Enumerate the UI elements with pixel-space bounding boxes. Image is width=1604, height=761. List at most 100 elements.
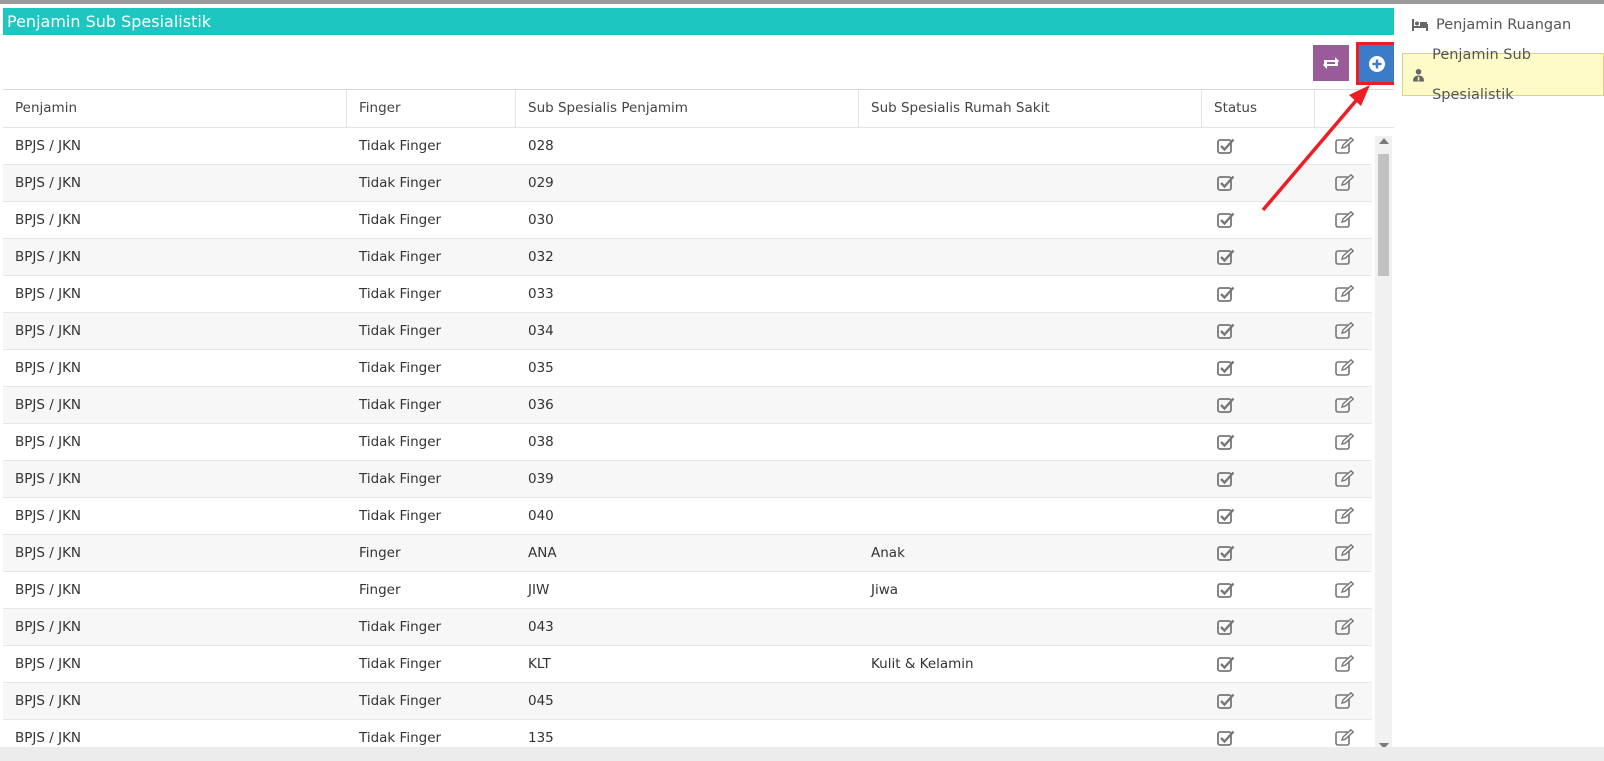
- edit-icon[interactable]: [1335, 691, 1355, 713]
- edit-icon[interactable]: [1335, 469, 1355, 491]
- cell-penjamin: BPJS / JKN: [15, 656, 82, 672]
- cell-sub-spesialis-penjamin: 039: [528, 471, 554, 487]
- table-row[interactable]: BPJS / JKN Tidak Finger 034: [3, 313, 1372, 350]
- column-header-status[interactable]: Status: [1202, 90, 1315, 127]
- table-row[interactable]: BPJS / JKN Tidak Finger 035: [3, 350, 1372, 387]
- cell-sub-spesialis-rumah-sakit: [859, 128, 1202, 164]
- cell-sub-spesialis-rumah-sakit: [859, 498, 1202, 534]
- panel-title: Penjamin Sub Spesialistik: [3, 8, 1394, 35]
- refresh-icon: [1323, 57, 1339, 69]
- table-row[interactable]: BPJS / JKN Tidak Finger 043: [3, 609, 1372, 646]
- table-row[interactable]: BPJS / JKN Tidak Finger 040: [3, 498, 1372, 535]
- table-row[interactable]: BPJS / JKN Tidak Finger 045: [3, 683, 1372, 720]
- add-button[interactable]: [1356, 42, 1394, 85]
- cell-sub-spesialis-penjamin: 030: [528, 212, 554, 228]
- cell-penjamin: BPJS / JKN: [15, 582, 82, 598]
- cell-finger: Tidak Finger: [359, 619, 442, 635]
- edit-icon[interactable]: [1335, 247, 1355, 269]
- cell-sub-spesialis-rumah-sakit: [859, 720, 1202, 747]
- cell-finger: Tidak Finger: [359, 397, 442, 413]
- table-row[interactable]: BPJS / JKN Tidak Finger KLT Kulit & Kelamin: [3, 646, 1372, 683]
- edit-icon[interactable]: [1335, 358, 1355, 380]
- cell-sub-spesialis-penjamin: 040: [528, 508, 554, 524]
- cell-penjamin: BPJS / JKN: [15, 693, 82, 709]
- edit-icon[interactable]: [1335, 284, 1355, 306]
- cell-penjamin: BPJS / JKN: [15, 730, 82, 746]
- table-row[interactable]: BPJS / JKN Tidak Finger 032: [3, 239, 1372, 276]
- status-check-icon: [1217, 507, 1235, 528]
- cell-sub-spesialis-penjamin: KLT: [528, 656, 551, 672]
- table-row[interactable]: BPJS / JKN Finger ANA Anak: [3, 535, 1372, 572]
- penjamin-sub-spesialistik-panel: Penjamin Sub Spesialistik Penjamin Finge…: [3, 8, 1394, 747]
- table-scrollbar[interactable]: [1375, 136, 1392, 747]
- status-check-icon: [1217, 692, 1235, 713]
- status-check-icon: [1217, 248, 1235, 269]
- scroll-thumb[interactable]: [1378, 154, 1389, 276]
- status-check-icon: [1217, 137, 1235, 158]
- edit-icon[interactable]: [1335, 210, 1355, 232]
- status-check-icon: [1217, 433, 1235, 454]
- cell-finger: Tidak Finger: [359, 249, 442, 265]
- scroll-up-arrow-icon[interactable]: [1379, 138, 1389, 144]
- cell-sub-spesialis-rumah-sakit: Kulit & Kelamin: [871, 656, 974, 672]
- refresh-button[interactable]: [1313, 45, 1349, 81]
- cell-sub-spesialis-penjamin: 029: [528, 175, 554, 191]
- sidebar-item-label: Penjamin Sub Spesialistik: [1432, 46, 1531, 103]
- cell-sub-spesialis-penjamin: 043: [528, 619, 554, 635]
- cell-penjamin: BPJS / JKN: [15, 175, 82, 191]
- cell-sub-spesialis-rumah-sakit: [859, 165, 1202, 201]
- edit-icon[interactable]: [1335, 654, 1355, 676]
- table-row[interactable]: BPJS / JKN Tidak Finger 038: [3, 424, 1372, 461]
- edit-icon[interactable]: [1335, 136, 1355, 158]
- status-check-icon: [1217, 174, 1235, 195]
- column-header-actions: [1315, 90, 1394, 127]
- edit-icon[interactable]: [1335, 173, 1355, 195]
- status-check-icon: [1217, 396, 1235, 417]
- table-row[interactable]: BPJS / JKN Tidak Finger 030: [3, 202, 1372, 239]
- cell-finger: Tidak Finger: [359, 693, 442, 709]
- edit-icon[interactable]: [1335, 395, 1355, 417]
- cell-sub-spesialis-penjamin: ANA: [528, 545, 557, 561]
- edit-icon[interactable]: [1335, 617, 1355, 639]
- column-header-finger[interactable]: Finger: [347, 90, 516, 127]
- cell-sub-spesialis-rumah-sakit: Anak: [871, 545, 905, 561]
- cell-sub-spesialis-penjamin: JIW: [528, 582, 550, 598]
- sidebar-item-penjamin-sub-spesialistik[interactable]: Penjamin Sub Spesialistik: [1402, 47, 1604, 103]
- cell-sub-spesialis-penjamin: 028: [528, 138, 554, 154]
- column-header-sub-spesialis-rumah-sakit[interactable]: Sub Spesialis Rumah Sakit: [859, 90, 1202, 127]
- status-check-icon: [1217, 359, 1235, 380]
- bottom-strip: [0, 747, 1604, 761]
- edit-icon[interactable]: [1335, 432, 1355, 454]
- cell-sub-spesialis-rumah-sakit: [859, 202, 1202, 238]
- table-row[interactable]: BPJS / JKN Tidak Finger 028: [3, 128, 1372, 165]
- cell-penjamin: BPJS / JKN: [15, 619, 82, 635]
- table-row[interactable]: BPJS / JKN Tidak Finger 135: [3, 720, 1372, 747]
- cell-sub-spesialis-rumah-sakit: [859, 313, 1202, 349]
- cell-finger: Tidak Finger: [359, 175, 442, 191]
- edit-icon[interactable]: [1335, 580, 1355, 602]
- cell-finger: Tidak Finger: [359, 286, 442, 302]
- edit-icon[interactable]: [1335, 321, 1355, 343]
- table-row[interactable]: BPJS / JKN Tidak Finger 036: [3, 387, 1372, 424]
- cell-finger: Finger: [359, 545, 401, 561]
- cell-sub-spesialis-penjamin: 033: [528, 286, 554, 302]
- status-check-icon: [1217, 211, 1235, 232]
- table-row[interactable]: BPJS / JKN Finger JIW Jiwa: [3, 572, 1372, 609]
- table-row[interactable]: BPJS / JKN Tidak Finger 029: [3, 165, 1372, 202]
- status-check-icon: [1217, 581, 1235, 602]
- table-row[interactable]: BPJS / JKN Tidak Finger 039: [3, 461, 1372, 498]
- cell-penjamin: BPJS / JKN: [15, 397, 82, 413]
- edit-icon[interactable]: [1335, 506, 1355, 528]
- status-check-icon: [1217, 729, 1235, 747]
- column-header-penjamin[interactable]: Penjamin: [3, 90, 347, 127]
- column-header-sub-spesialis-penjamin[interactable]: Sub Spesialis Penjamim: [516, 90, 859, 127]
- table-row[interactable]: BPJS / JKN Tidak Finger 033: [3, 276, 1372, 313]
- cell-sub-spesialis-rumah-sakit: Jiwa: [871, 582, 899, 598]
- cell-sub-spesialis-penjamin: 135: [528, 730, 554, 746]
- cell-penjamin: BPJS / JKN: [15, 471, 82, 487]
- cell-penjamin: BPJS / JKN: [15, 249, 82, 265]
- cell-sub-spesialis-rumah-sakit: [859, 239, 1202, 275]
- cell-penjamin: BPJS / JKN: [15, 434, 82, 450]
- edit-icon[interactable]: [1335, 728, 1355, 747]
- edit-icon[interactable]: [1335, 543, 1355, 565]
